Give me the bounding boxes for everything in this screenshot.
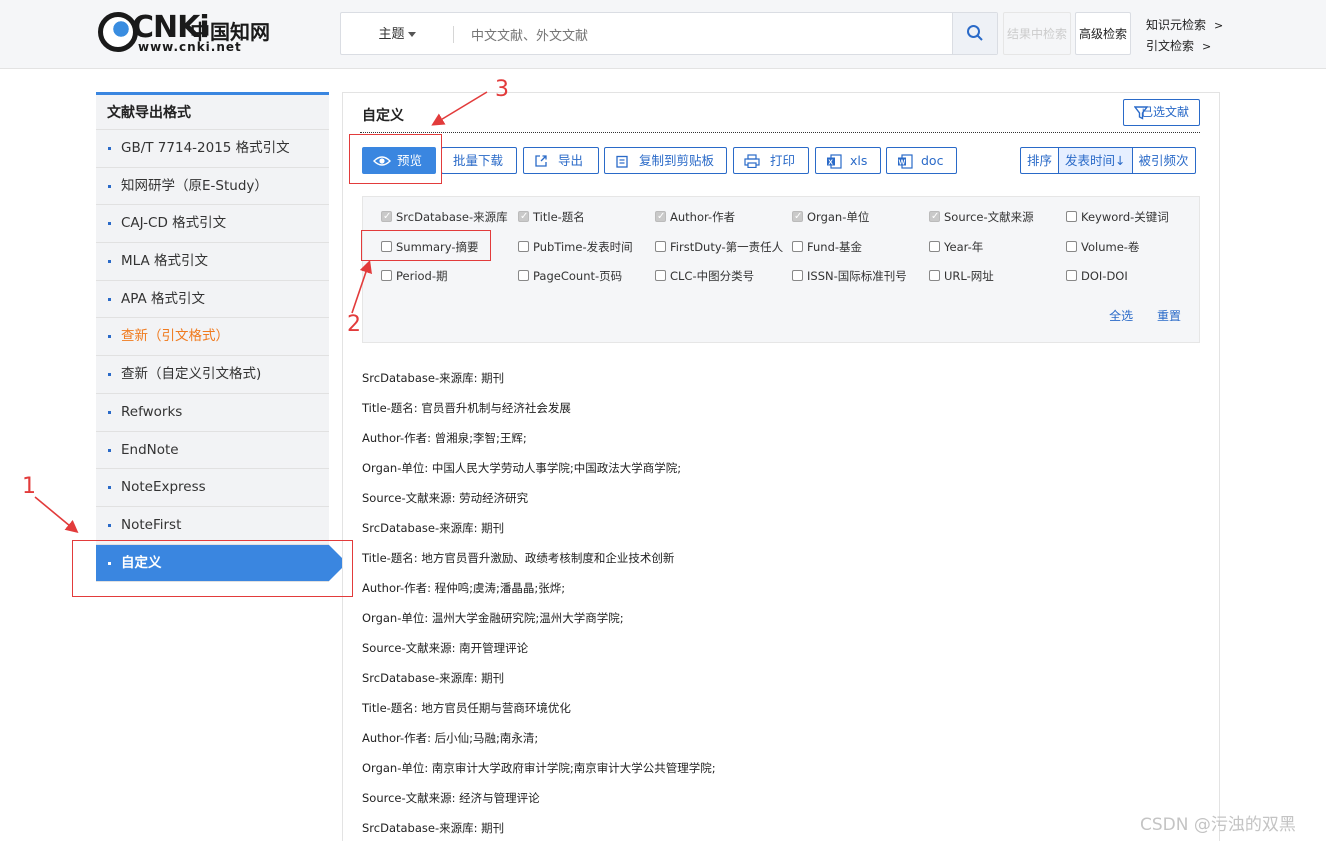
watermark: CSDN @污浊的双黑	[1140, 815, 1296, 835]
annotation-arrow-3	[431, 91, 488, 126]
annotation-arrows	[34, 91, 488, 534]
annotation-arrow-1	[34, 496, 79, 534]
annotation-arrow-2	[351, 259, 372, 314]
